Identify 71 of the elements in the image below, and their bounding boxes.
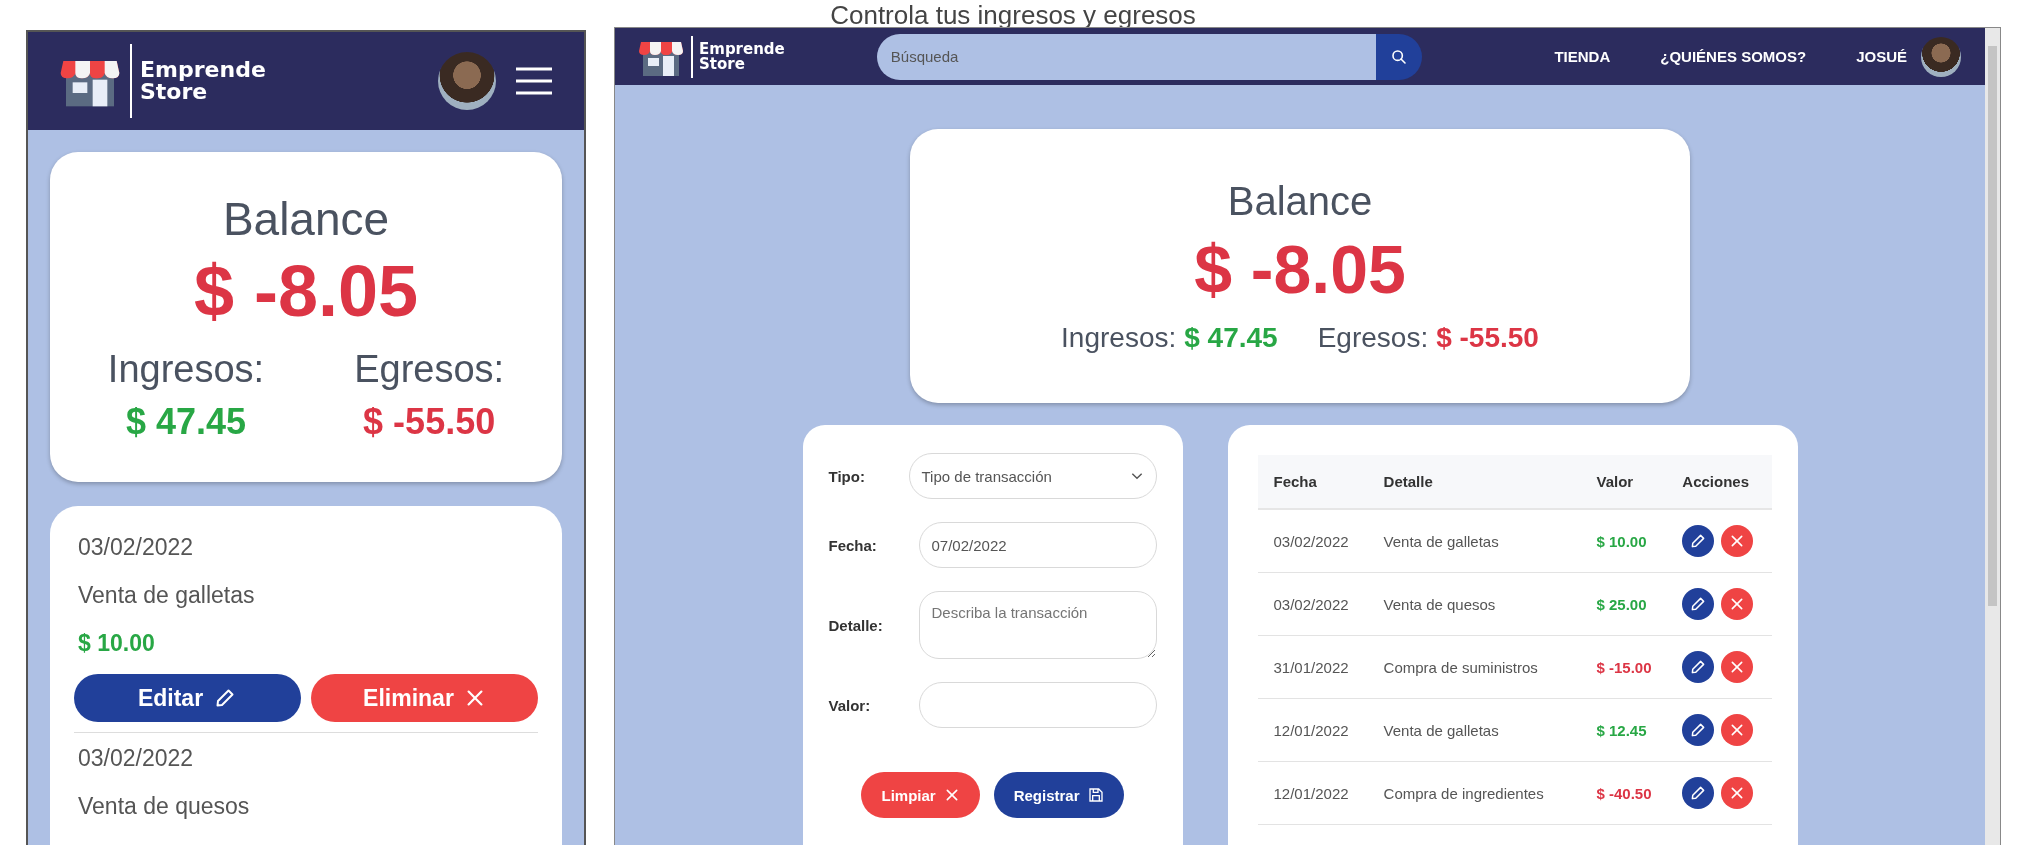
column-header: Detalle <box>1367 455 1581 509</box>
table-cell: Venta de galletas <box>1367 698 1581 762</box>
table-cell: 12/01/2022 <box>1257 698 1368 762</box>
delete-button[interactable] <box>1721 714 1754 746</box>
edit-button[interactable] <box>1682 651 1715 683</box>
edit-button[interactable]: Editar <box>74 674 301 722</box>
table-cell: 03/02/2022 <box>1257 572 1368 636</box>
detail-field[interactable]: Describa la transacción <box>918 591 1157 659</box>
transaction-detail: Venta de galletas <box>77 581 256 610</box>
nav-link[interactable]: TIENDA <box>1554 48 1611 65</box>
search-icon <box>1390 48 1407 65</box>
input-field[interactable]: 07/02/2022 <box>918 522 1157 568</box>
transaction-value: $ 10.00 <box>77 629 156 658</box>
field-label: Fecha: <box>828 536 878 554</box>
expense-value: $ -55.50 <box>1436 321 1539 354</box>
transaction-detail: Venta de quesos <box>77 792 251 821</box>
column-header: Valor <box>1580 455 1667 509</box>
delete-button[interactable] <box>1721 588 1754 620</box>
transaction-date: 03/02/2022 <box>77 744 195 773</box>
user-name-link[interactable]: JOSUÉ <box>1856 48 1907 65</box>
income-value: $ 47.45 <box>125 400 247 443</box>
select-field[interactable]: Tipo de transacción <box>908 453 1157 499</box>
balance-title: Balance <box>1227 178 1373 224</box>
search-button[interactable] <box>1375 33 1422 80</box>
expense-label: Egresos: <box>1317 321 1429 354</box>
table-cell: Venta de galletas <box>1367 509 1581 573</box>
table-cell: 31/01/2022 <box>1257 635 1368 699</box>
expense-value: $ -55.50 <box>363 400 496 443</box>
delete-button[interactable] <box>1721 777 1754 809</box>
table-cell: $ -40.50 <box>1580 761 1667 825</box>
income-value: $ 47.45 <box>1184 321 1278 354</box>
clear-button[interactable]: Limpiar <box>861 772 980 818</box>
table-cell: Compra de suministros <box>1367 635 1581 699</box>
income-label: Ingresos: <box>107 347 265 391</box>
balance-amount: $ -8.05 <box>1194 229 1406 308</box>
column-header: Acciones <box>1666 455 1772 509</box>
table-cell: $ 10.00 <box>1580 509 1667 573</box>
table-cell: Compra de ingredientes <box>1367 761 1581 825</box>
table-cell: 03/02/2022 <box>1257 509 1368 573</box>
balance-title: Balance <box>222 191 390 246</box>
edit-button[interactable] <box>1682 777 1715 809</box>
delete-button[interactable] <box>1721 651 1754 683</box>
menu-icon[interactable] <box>514 66 554 96</box>
table-cell: 12/01/2022 <box>1257 761 1368 825</box>
brand-name: Emprende Store <box>140 59 266 103</box>
register-button[interactable]: Registrar <box>993 772 1124 818</box>
table-cell: Venta de quesos <box>1367 572 1581 636</box>
edit-button[interactable] <box>1682 714 1715 746</box>
table-cell: $ 25.00 <box>1580 572 1667 636</box>
brand-name: Emprende Store <box>699 41 785 72</box>
scrollbar-thumb[interactable] <box>1988 46 1997 606</box>
delete-button[interactable] <box>1721 525 1754 557</box>
avatar[interactable] <box>1921 36 1961 77</box>
field-label: Tipo: <box>828 467 866 485</box>
delete-button[interactable]: Eliminar <box>311 674 538 722</box>
expense-label: Egresos: <box>354 347 505 391</box>
avatar[interactable] <box>438 52 496 110</box>
search-field[interactable]: Búsqueda <box>876 33 1376 80</box>
input-field[interactable] <box>918 682 1157 728</box>
transaction-date: 03/02/2022 <box>77 533 195 562</box>
edit-button[interactable] <box>1682 588 1715 620</box>
field-label: Valor: <box>828 696 872 714</box>
field-label: Detalle: <box>828 616 884 634</box>
select-placeholder: Tipo de transacción <box>921 467 1052 485</box>
column-header: Fecha <box>1257 455 1368 509</box>
table-cell: $ -15.00 <box>1580 635 1667 699</box>
income-label: Ingresos: <box>1061 321 1177 354</box>
table-cell: $ 12.45 <box>1580 698 1667 762</box>
balance-amount: $ -8.05 <box>193 249 419 332</box>
nav-link[interactable]: ¿QUIÉNES SOMOS? <box>1660 48 1807 65</box>
edit-button[interactable] <box>1682 525 1715 557</box>
